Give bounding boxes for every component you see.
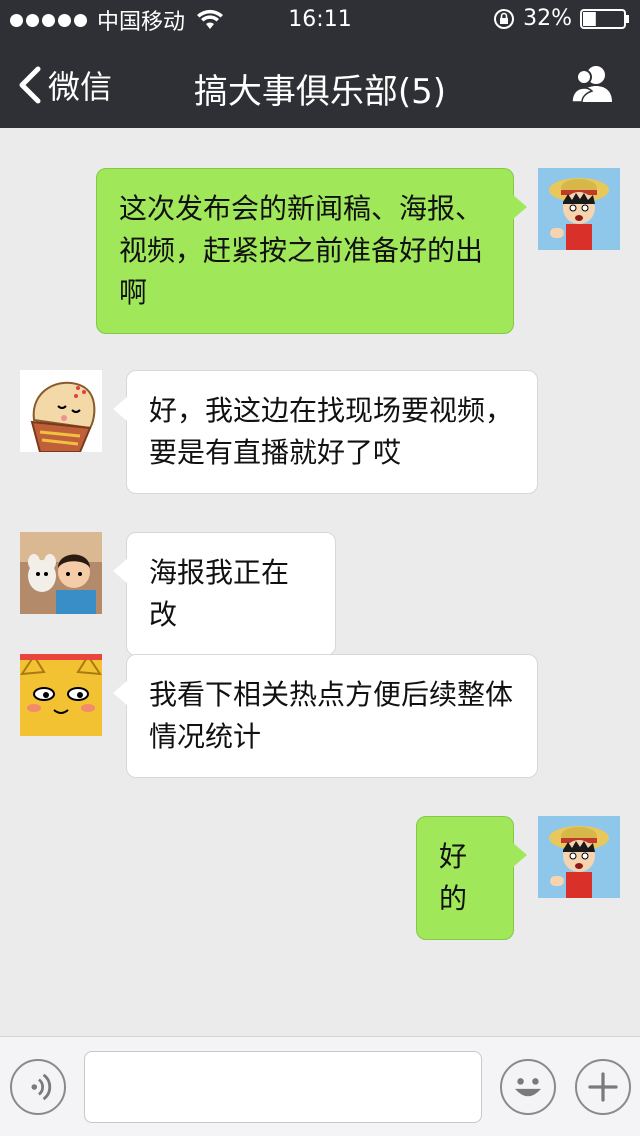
group-members-icon[interactable] (570, 62, 616, 104)
voice-input-button[interactable] (10, 1059, 66, 1115)
more-options-button[interactable] (575, 1059, 631, 1115)
message-input-bar (0, 1036, 640, 1136)
battery-icon (580, 8, 629, 29)
chat-title: 搞大事俱乐部(5) (193, 72, 447, 112)
top-bar: 中国移动 16:11 32% 微信 搞大事俱乐部(5) (0, 0, 640, 128)
status-bar: 中国移动 16:11 32% (0, 0, 640, 40)
message-bubble-incoming[interactable]: 海报我正在改 (113, 532, 336, 656)
child-with-dog-avatar[interactable] (20, 532, 102, 614)
chat-message-list[interactable]: 这次发布会的新闻稿、海报、视频，赶紧按之前准备好的出啊 好，我这边在找现场要视频… (0, 128, 640, 1036)
message-bubble-outgoing[interactable]: 好的 (416, 816, 527, 940)
battery-percent: 32% (523, 6, 572, 31)
message-bubble-incoming[interactable]: 我看下相关热点方便后续整体情况统计 (113, 654, 538, 778)
luffy-avatar[interactable] (538, 168, 620, 250)
plus-icon (588, 1072, 618, 1102)
smiley-face-icon (515, 1078, 541, 1097)
emoji-button[interactable] (500, 1059, 556, 1115)
monk-cartoon-avatar[interactable] (20, 370, 102, 452)
navigation-bar: 微信 搞大事俱乐部(5) (0, 40, 640, 128)
voice-wave-icon (31, 1073, 52, 1101)
yellow-cat-avatar[interactable] (20, 654, 102, 736)
message-text-field[interactable] (84, 1051, 482, 1123)
rotation-lock-icon (494, 8, 515, 29)
luffy-avatar[interactable] (538, 816, 620, 898)
message-bubble-incoming[interactable]: 好，我这边在找现场要视频，要是有直播就好了哎 (113, 370, 538, 494)
message-bubble-outgoing[interactable]: 这次发布会的新闻稿、海报、视频，赶紧按之前准备好的出啊 (96, 168, 527, 334)
